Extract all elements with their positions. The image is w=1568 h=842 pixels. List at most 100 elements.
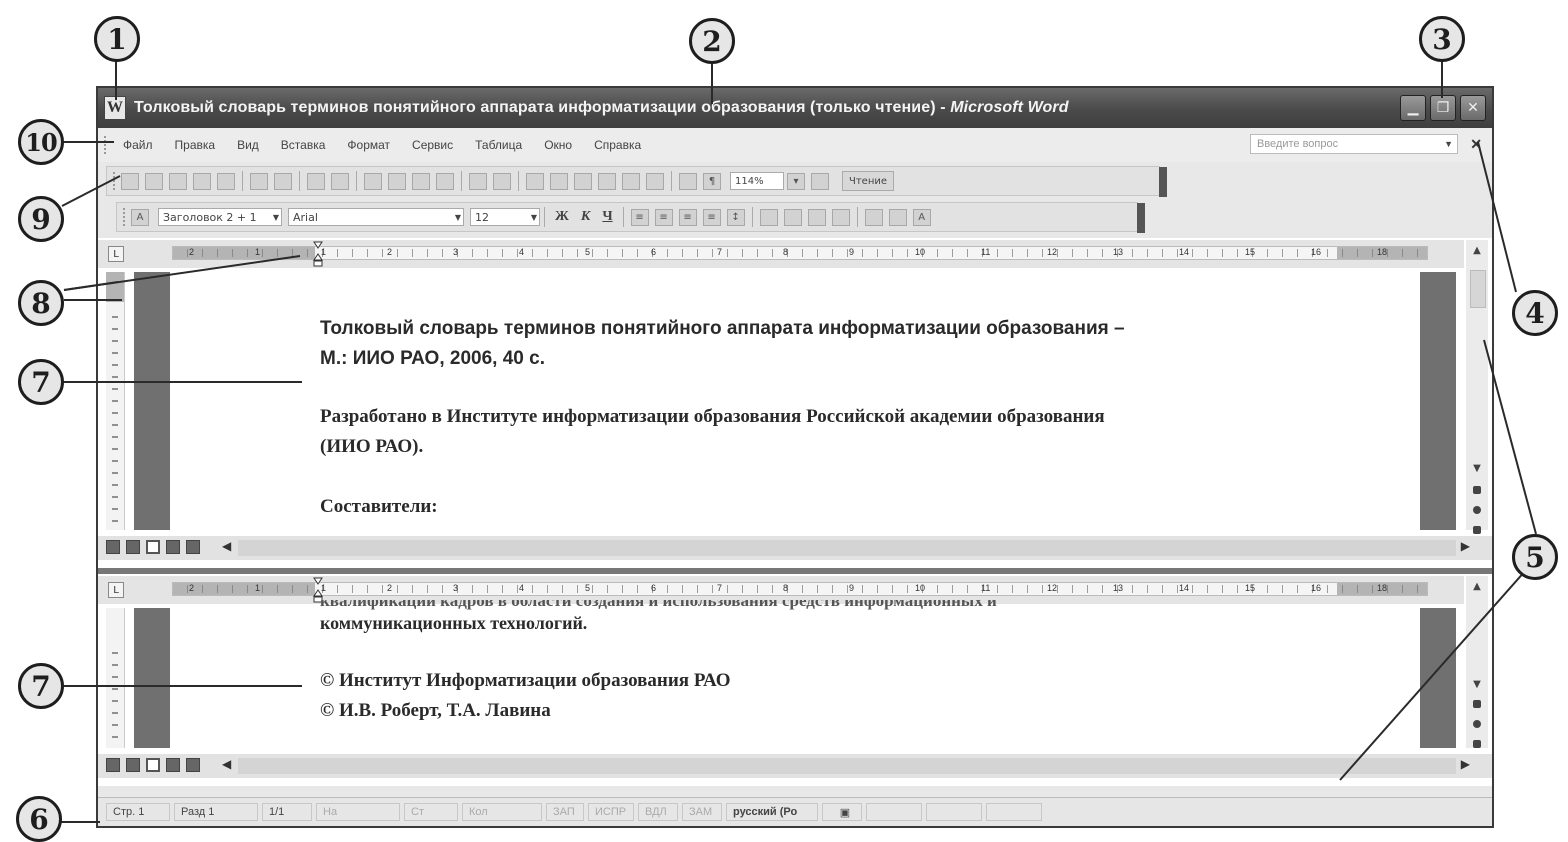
ask-dropdown-icon[interactable]: ▼ bbox=[1444, 139, 1453, 149]
status-page[interactable]: Стр. 1 bbox=[106, 803, 170, 821]
menu-format[interactable]: Формат bbox=[347, 138, 390, 152]
vertical-ruler[interactable] bbox=[106, 608, 125, 748]
menu-help[interactable]: Справка bbox=[594, 138, 641, 152]
line-spacing-icon[interactable]: ↕ bbox=[726, 208, 745, 226]
status-language[interactable]: русский (Ро bbox=[726, 803, 818, 821]
underline-button[interactable]: Ч bbox=[602, 209, 612, 225]
menu-window[interactable]: Окно bbox=[544, 138, 572, 152]
status-record[interactable]: ЗАП bbox=[546, 803, 584, 821]
horizontal-ruler[interactable]: 2 1 1 2 3 4 5 6 7 8 9 10 11 12 13 14 15 16 18 bbox=[172, 241, 1428, 267]
print-preview-icon[interactable] bbox=[274, 172, 292, 190]
vertical-scrollbar[interactable]: ▲ ▼ bbox=[1466, 240, 1488, 534]
print-layout-view-icon[interactable] bbox=[146, 758, 160, 772]
document-pane-bottom[interactable]: L 2 1 1 2 3 4 5 6 7 8 9 10 11 12 13 14 15 16 18 квалификац… bbox=[98, 574, 1492, 786]
reading-layout-button[interactable]: Чтение bbox=[842, 171, 895, 191]
horizontal-scrollbar[interactable] bbox=[238, 758, 1456, 774]
font-color-icon[interactable]: A bbox=[912, 208, 931, 226]
zoom-dropdown-icon[interactable]: ▾ bbox=[787, 172, 805, 190]
doc-paragraph[interactable]: Разработано в Институте информатизации о… bbox=[320, 402, 1105, 462]
justify-icon[interactable]: ≡ bbox=[702, 208, 721, 226]
copyright-line-1[interactable]: © Институт Информатизации образования РА… bbox=[320, 666, 731, 696]
zoom-box[interactable]: 114% bbox=[730, 172, 784, 190]
spelling-status-icon[interactable]: ▣ bbox=[822, 803, 862, 821]
menu-table[interactable]: Таблица bbox=[475, 138, 522, 152]
scroll-thumb[interactable] bbox=[1470, 270, 1486, 308]
scroll-left-icon[interactable]: ◀ bbox=[222, 757, 231, 771]
style-dropdown-icon[interactable]: ▼ bbox=[273, 213, 279, 222]
menu-file[interactable]: Файл bbox=[123, 138, 153, 152]
next-page-icon[interactable] bbox=[1473, 526, 1481, 534]
size-dropdown-icon[interactable]: ▼ bbox=[531, 213, 537, 222]
minimize-button[interactable]: ▁ bbox=[1400, 95, 1426, 121]
web-view-icon[interactable] bbox=[126, 540, 140, 554]
select-browse-object-icon[interactable] bbox=[1473, 720, 1481, 728]
status-track-changes[interactable]: ИСПР bbox=[588, 803, 634, 821]
columns-icon[interactable] bbox=[622, 172, 640, 190]
menu-insert[interactable]: Вставка bbox=[281, 138, 326, 152]
web-view-icon[interactable] bbox=[126, 758, 140, 772]
status-section[interactable]: Разд 1 bbox=[174, 803, 258, 821]
toolbar-options-icon[interactable] bbox=[1159, 167, 1167, 197]
status-extend[interactable]: ВДЛ bbox=[638, 803, 678, 821]
tables-borders-icon[interactable] bbox=[550, 172, 568, 190]
show-hide-icon[interactable]: ¶ bbox=[703, 172, 721, 190]
scroll-right-icon[interactable]: ▶ bbox=[1461, 539, 1470, 553]
paste-icon[interactable] bbox=[412, 172, 430, 190]
status-pages[interactable]: 1/1 bbox=[262, 803, 312, 821]
new-document-icon[interactable] bbox=[121, 172, 139, 190]
numbering-icon[interactable] bbox=[759, 208, 778, 226]
drawing-icon[interactable] bbox=[646, 172, 664, 190]
previous-page-icon[interactable] bbox=[1473, 486, 1481, 494]
scroll-up-icon[interactable]: ▲ bbox=[1469, 578, 1485, 594]
close-button[interactable]: ✕ bbox=[1460, 95, 1486, 121]
menu-edit[interactable]: Правка bbox=[175, 138, 216, 152]
hyperlink-icon[interactable] bbox=[526, 172, 544, 190]
insert-table-icon[interactable] bbox=[574, 172, 592, 190]
toolbar-grip-icon[interactable] bbox=[123, 208, 128, 226]
print-layout-view-icon[interactable] bbox=[146, 540, 160, 554]
copy-icon[interactable] bbox=[388, 172, 406, 190]
undo-icon[interactable] bbox=[469, 172, 487, 190]
align-center-icon[interactable]: ≡ bbox=[654, 208, 673, 226]
font-combo[interactable]: Arial ▼ bbox=[288, 208, 464, 226]
tab-selector-icon[interactable]: L bbox=[108, 582, 124, 598]
scroll-left-icon[interactable]: ◀ bbox=[222, 539, 231, 553]
doc-heading[interactable]: Толковый словарь терминов понятийного ап… bbox=[320, 314, 1125, 374]
bullets-icon[interactable] bbox=[783, 208, 802, 226]
reading-view-icon[interactable] bbox=[186, 758, 200, 772]
normal-view-icon[interactable] bbox=[106, 540, 120, 554]
email-icon[interactable] bbox=[217, 172, 235, 190]
select-browse-object-icon[interactable] bbox=[1473, 506, 1481, 514]
research-icon[interactable] bbox=[331, 172, 349, 190]
normal-view-icon[interactable] bbox=[106, 758, 120, 772]
italic-button[interactable]: К bbox=[581, 209, 591, 225]
close-document-icon[interactable]: ✕ bbox=[1470, 136, 1482, 153]
format-painter-icon[interactable] bbox=[436, 172, 454, 190]
reading-view-icon[interactable] bbox=[186, 540, 200, 554]
help-icon[interactable] bbox=[811, 172, 829, 190]
status-line[interactable]: Ст bbox=[404, 803, 458, 821]
permission-icon[interactable] bbox=[193, 172, 211, 190]
highlight-icon[interactable] bbox=[888, 208, 907, 226]
menu-grip-icon[interactable] bbox=[104, 136, 109, 154]
toolbar-grip-icon[interactable] bbox=[113, 172, 118, 190]
status-overtype[interactable]: ЗАМ bbox=[682, 803, 722, 821]
spelling-icon[interactable] bbox=[307, 172, 325, 190]
status-column[interactable]: Кол bbox=[462, 803, 542, 821]
scroll-right-icon[interactable]: ▶ bbox=[1461, 757, 1470, 771]
maximize-button[interactable]: ❐ bbox=[1430, 95, 1456, 121]
outline-view-icon[interactable] bbox=[166, 758, 180, 772]
print-icon[interactable] bbox=[250, 172, 268, 190]
scroll-down-icon[interactable]: ▼ bbox=[1469, 676, 1485, 692]
status-at[interactable]: На bbox=[316, 803, 400, 821]
size-combo[interactable]: 12 ▼ bbox=[470, 208, 540, 226]
copyright-line-2[interactable]: © И.В. Роберт, Т.А. Лавина bbox=[320, 696, 551, 726]
document-map-icon[interactable] bbox=[679, 172, 697, 190]
next-page-icon[interactable] bbox=[1473, 740, 1481, 748]
word-app-icon[interactable]: W bbox=[104, 96, 126, 120]
ask-question-box[interactable]: Введите вопрос ▼ bbox=[1250, 134, 1458, 154]
document-pane-top[interactable]: L 2 1 1 2 3 4 5 6 7 8 9 10 11 12 13 14 15 16 18 Толковый с… bbox=[98, 238, 1492, 568]
toolbar-options-icon[interactable] bbox=[1137, 203, 1145, 233]
save-icon[interactable] bbox=[169, 172, 187, 190]
doc-line[interactable]: коммуникационных технологий. bbox=[320, 608, 587, 638]
